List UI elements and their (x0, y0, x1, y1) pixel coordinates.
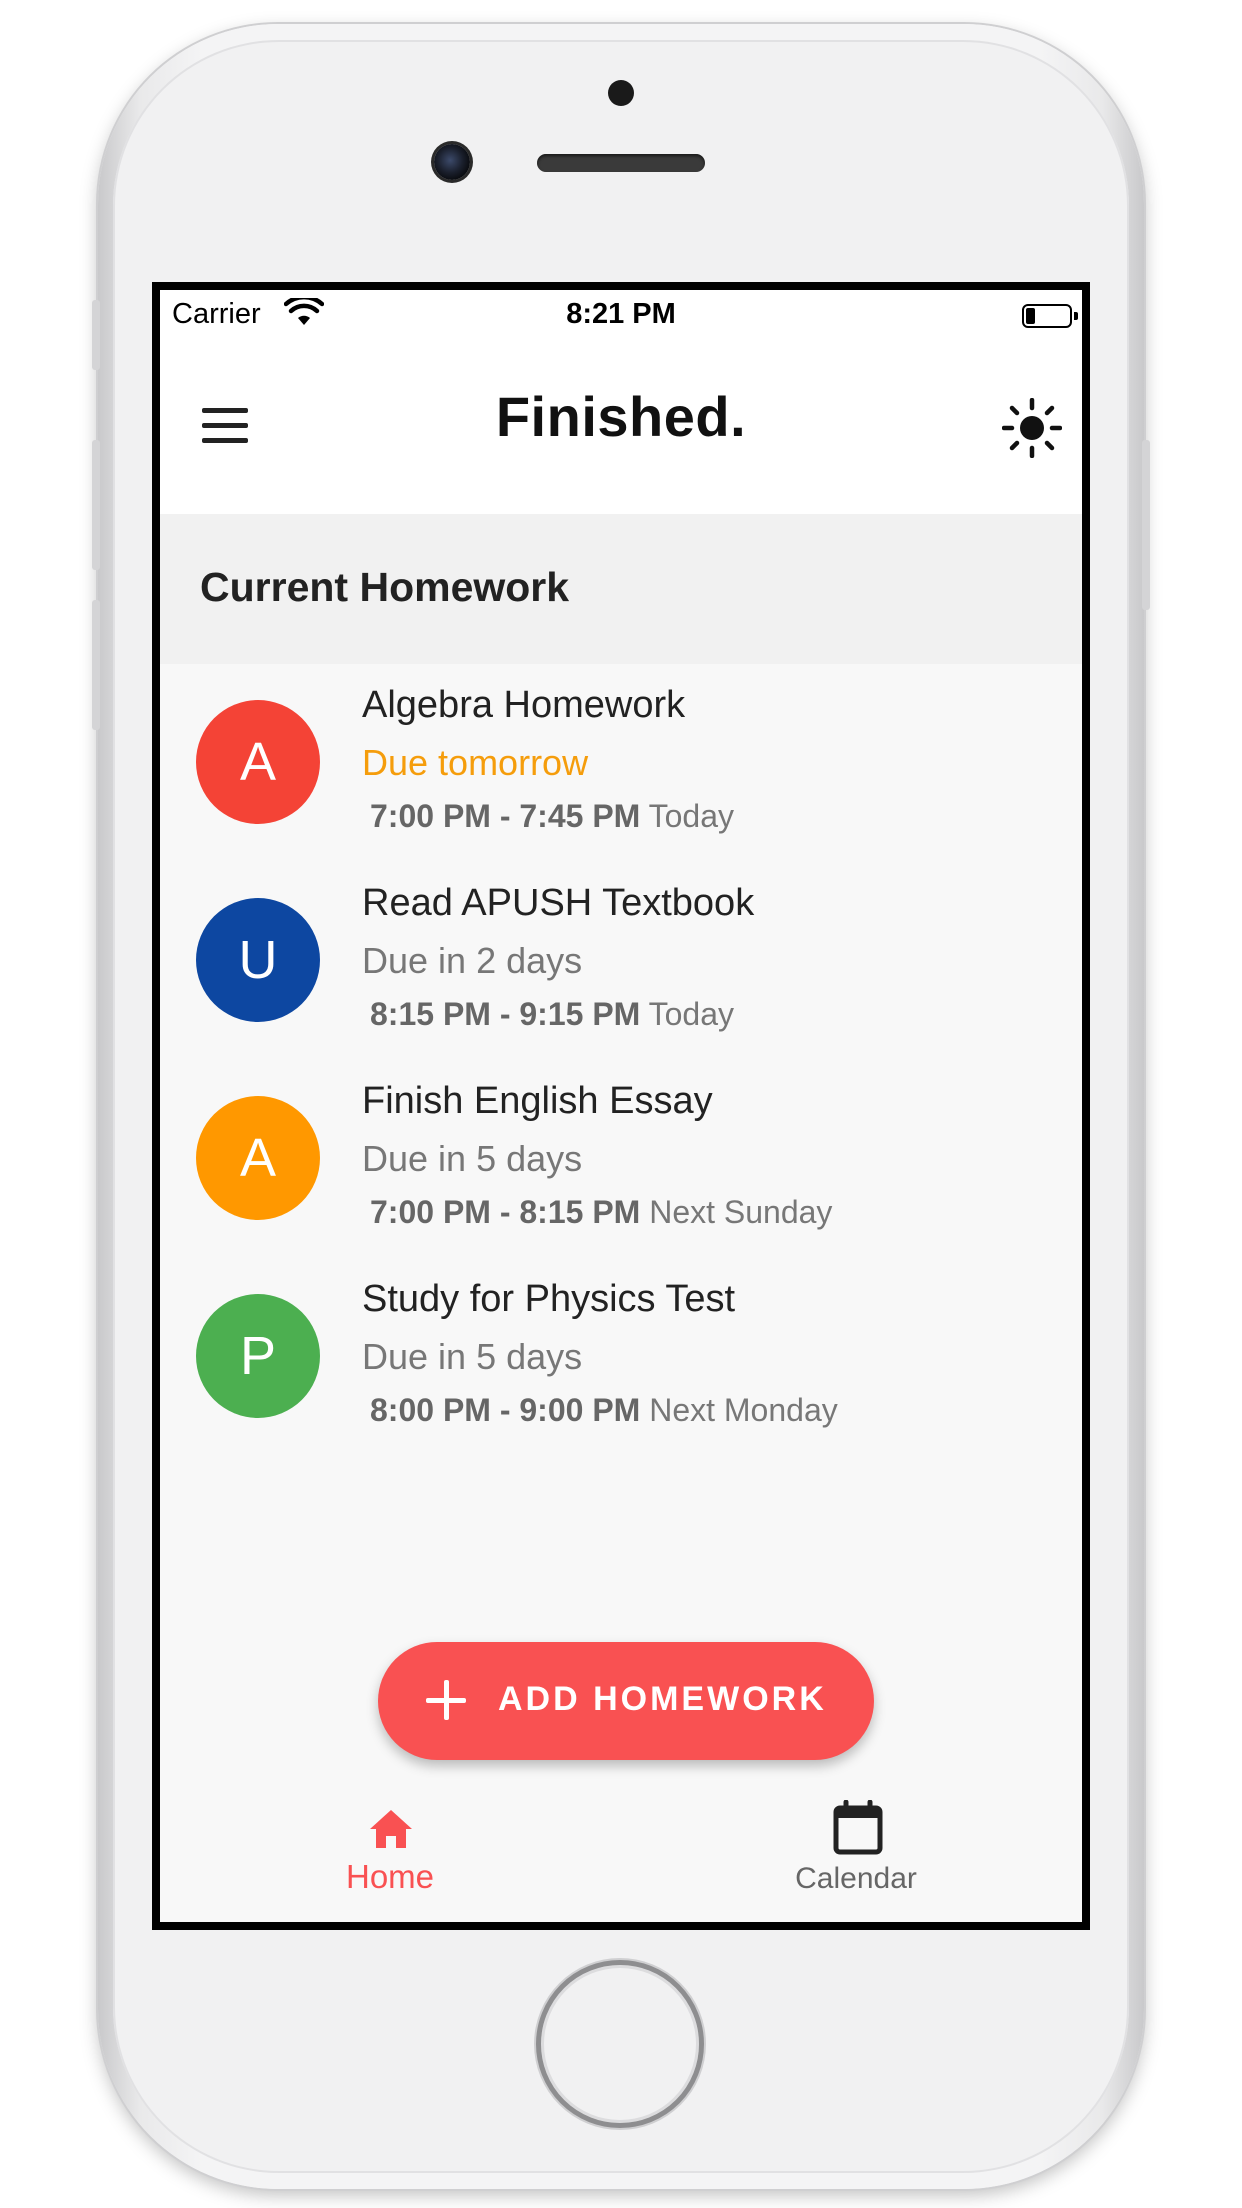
homework-schedule: 8:15 PM - 9:15 PM Today (370, 996, 734, 1033)
homework-day: Next Sunday (649, 1194, 833, 1230)
homework-time-range: 8:00 PM - 9:00 PM (370, 1392, 641, 1428)
power-button (1142, 440, 1150, 610)
home-icon (368, 1808, 414, 1855)
homework-item[interactable]: A Finish English Essay Due in 5 days 7:0… (160, 1060, 1082, 1258)
homework-item[interactable]: A Algebra Homework Due tomorrow 7:00 PM … (160, 664, 1082, 862)
volume-up-button (92, 440, 100, 570)
home-hardware-button[interactable] (536, 1960, 704, 2128)
add-homework-button[interactable]: ADD HOMEWORK (378, 1642, 874, 1760)
homework-title: Read APUSH Textbook (362, 882, 755, 924)
homework-schedule: 7:00 PM - 8:15 PM Next Sunday (370, 1194, 832, 1231)
app-bar: Finished. (160, 338, 1082, 514)
nav-item-home[interactable]: Home (290, 1782, 490, 1922)
homework-time-range: 8:15 PM - 9:15 PM (370, 996, 641, 1032)
app-title: Finished. (495, 385, 747, 448)
subject-avatar: P (196, 1294, 320, 1418)
proximity-sensor (608, 80, 634, 106)
plus-icon (426, 1680, 466, 1720)
section-title: Current Homework (200, 564, 570, 610)
homework-day: Today (648, 996, 735, 1032)
homework-due: Due in 5 days (362, 1336, 583, 1377)
battery-low-icon (1022, 304, 1078, 328)
homework-item[interactable]: U Read APUSH Textbook Due in 2 days 8:15… (160, 862, 1082, 1060)
homework-due: Due in 2 days (362, 940, 583, 981)
homework-due: Due tomorrow (362, 742, 589, 783)
app-screen: Carrier 8:21 PM Finished. Current Homewo… (152, 282, 1090, 1930)
volume-down-button (92, 600, 100, 730)
bottom-navigation: Home Calendar (160, 1782, 1082, 1922)
status-time: 8:21 PM (566, 298, 676, 330)
homework-day: Next Monday (649, 1392, 838, 1428)
nav-label-calendar: Calendar (795, 1862, 917, 1895)
subject-avatar: A (196, 1096, 320, 1220)
subject-avatar: U (196, 898, 320, 1022)
homework-day: Today (648, 798, 735, 834)
earpiece-speaker (537, 154, 705, 172)
homework-title: Study for Physics Test (362, 1278, 736, 1320)
homework-item[interactable]: P Study for Physics Test Due in 5 days 8… (160, 1258, 1082, 1456)
sun-icon[interactable] (1001, 397, 1063, 459)
homework-title: Finish English Essay (362, 1080, 713, 1122)
homework-time-range: 7:00 PM - 7:45 PM (370, 798, 641, 834)
section-header: Current Homework (160, 514, 1082, 664)
homework-due: Due in 5 days (362, 1138, 583, 1179)
nav-label-home: Home (345, 1858, 435, 1895)
front-camera-icon (434, 144, 470, 180)
homework-schedule: 8:00 PM - 9:00 PM Next Monday (370, 1392, 838, 1429)
subject-avatar: A (196, 700, 320, 824)
add-homework-label: ADD HOMEWORK (498, 1680, 827, 1718)
homework-title: Algebra Homework (362, 684, 686, 726)
status-bar: Carrier 8:21 PM (160, 290, 1082, 338)
mute-switch (92, 300, 100, 370)
homework-time-range: 7:00 PM - 8:15 PM (370, 1194, 641, 1230)
homework-list: A Algebra Homework Due tomorrow 7:00 PM … (160, 664, 1082, 1456)
calendar-icon (832, 1799, 884, 1861)
homework-schedule: 7:00 PM - 7:45 PM Today (370, 798, 734, 835)
nav-item-calendar[interactable]: Calendar (756, 1782, 956, 1922)
